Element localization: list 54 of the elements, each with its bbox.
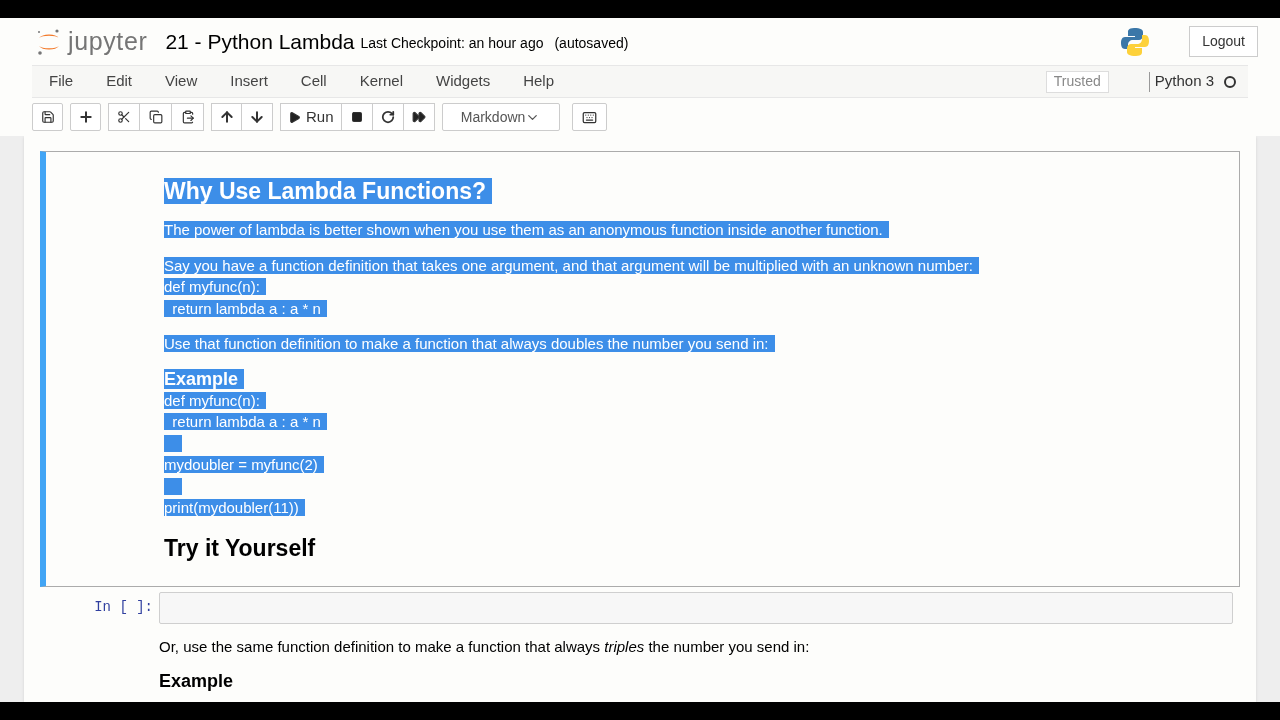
checkpoint-status: Last Checkpoint: an hour ago [360,33,544,53]
logout-button[interactable]: Logout [1189,26,1258,57]
copy-button[interactable] [140,103,172,131]
cell-type-dropdown[interactable]: Markdown [441,103,560,131]
brand-name[interactable]: jupyter [68,22,148,61]
stop-icon [350,111,363,123]
arrow-down-icon [249,109,265,125]
copy-icon [148,110,163,124]
kernel-name: Python 3 [1154,71,1214,92]
paste-button[interactable] [172,103,204,131]
run-all-button[interactable] [403,103,435,131]
plus-icon [77,109,94,125]
code-input-field[interactable] [159,591,1233,624]
paragraph: return lambda a : a * n [164,299,327,317]
heading: Why Use Lambda Functions? [164,178,493,204]
stop-button[interactable] [341,103,373,131]
save-button[interactable] [32,103,63,131]
code-cell[interactable]: In [ ]: [40,590,1240,625]
restart-icon [380,110,395,124]
subheading: Example [164,368,245,389]
move-up-button[interactable] [211,103,242,131]
markdown-cell[interactable] [40,151,1240,587]
menu-item[interactable]: Help [523,70,555,93]
menu-item[interactable]: View [165,70,198,93]
heading: Try it Yourself [164,534,317,561]
move-down-button[interactable] [242,103,273,131]
cut-button[interactable] [108,103,140,131]
markdown-cell[interactable]: Or, use the same function definition to make a function that always triples the number you send in: Example [40,624,1240,693]
python-logo-icon [1119,25,1152,58]
cell-prompt: In [ ]: [93,598,154,617]
play-icon [288,110,301,124]
trusted-indicator[interactable]: Trusted [1045,70,1109,93]
paragraph: print(mydoubler(11)) [164,499,305,516]
menu-item[interactable]: Cell [300,70,327,93]
restart-button[interactable] [372,103,404,131]
keyboard-button[interactable] [571,103,607,131]
notebook-title[interactable]: 21 - Python Lambda [165,25,355,58]
menu-item[interactable]: Kernel [359,70,403,93]
subheading: Example [159,671,235,691]
menu-item[interactable]: Edit [106,70,133,93]
paragraph: Or, use the same function definition to make a function that always triples the number you send in: [159,637,811,655]
fast-forward-icon [411,110,426,124]
paragraph: Use that function definition to make a function that always doubles the number you send in: [164,335,775,352]
paste-icon [180,110,195,124]
run-button[interactable]: Run [280,103,342,131]
paragraph: The power of lambda is better shown when you use them as an anonymous function inside another function. [164,221,889,238]
menu-item[interactable]: Widgets [436,70,491,93]
menu-item[interactable]: Insert [230,70,268,93]
add-cell-button[interactable] [70,103,101,131]
keyboard-icon [581,109,597,125]
scissors-icon [117,110,131,124]
menu-item[interactable]: File [49,70,74,93]
save-icon [40,110,55,124]
autosave-status: (autosaved) [554,33,629,53]
